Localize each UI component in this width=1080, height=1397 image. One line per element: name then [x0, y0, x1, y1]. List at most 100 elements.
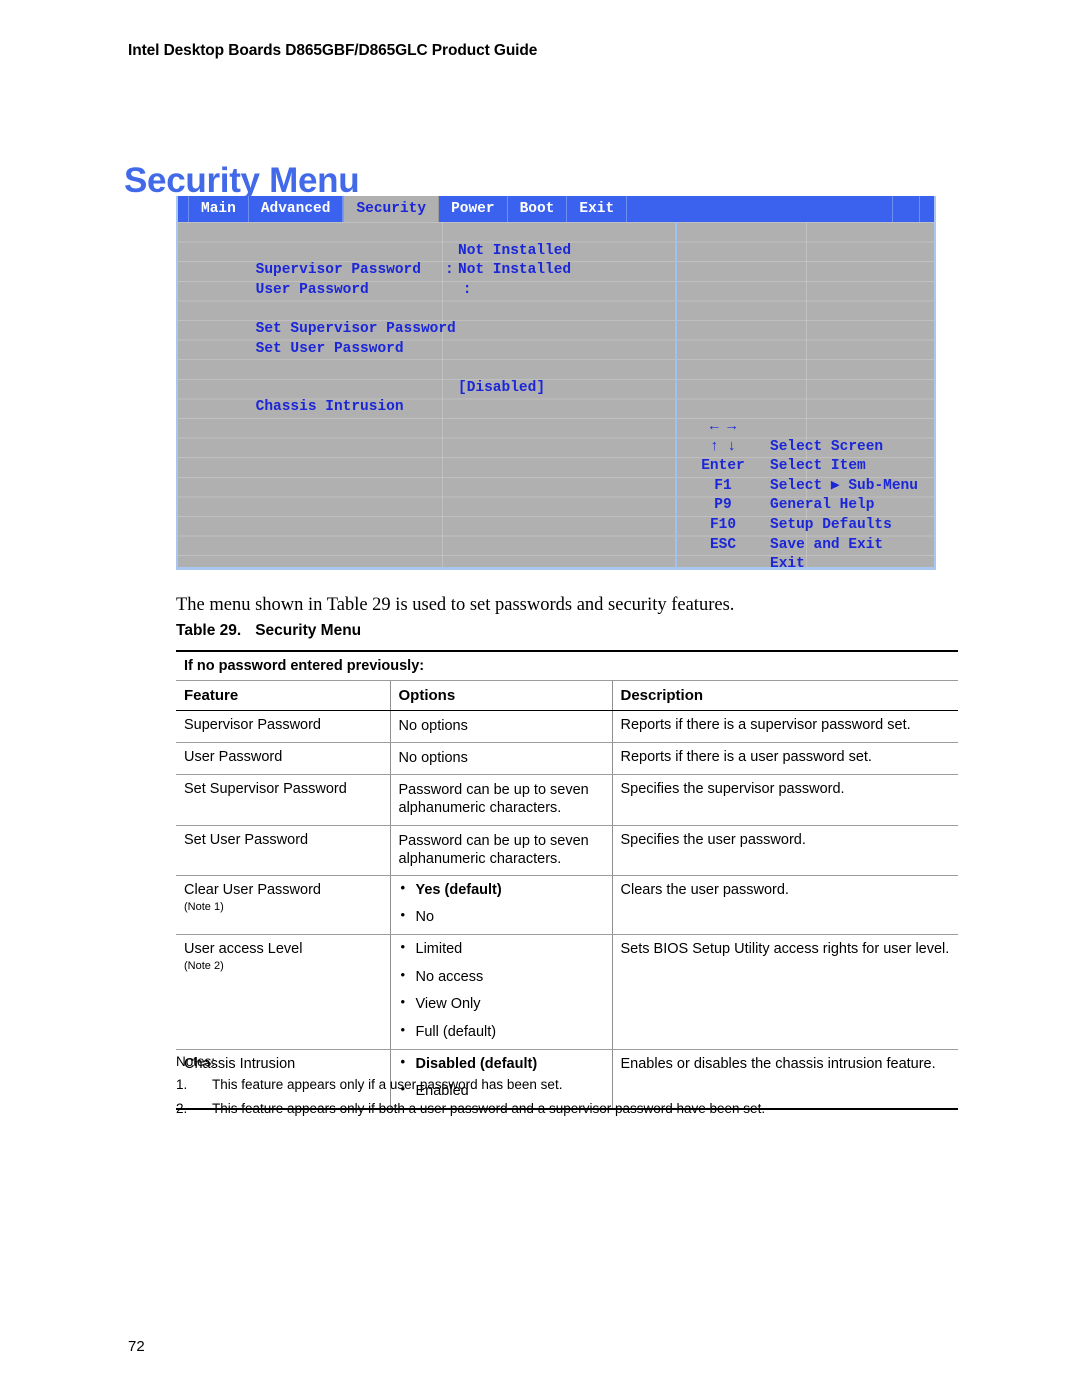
cell-options: Yes (default) No	[389, 875, 612, 936]
table-row: Set User Password Password can be up to …	[176, 825, 958, 876]
bios-legend-panel: ← → Select Screen ↑ ↓ Select Item Enter …	[688, 222, 934, 568]
bios-spacer-row-1	[186, 222, 676, 242]
bios-spacer-row-3	[186, 340, 676, 360]
legend-row-save-and-exit: F10 Save and Exit	[688, 496, 934, 553]
table-band-row: If no password entered previously:	[176, 650, 958, 681]
cell-description: Reports if there is a supervisor passwor…	[611, 710, 958, 744]
cell-description: Sets BIOS Setup Utility access rights fo…	[611, 934, 958, 1050]
cell-feature: User access Level (Note 2)	[176, 934, 390, 1050]
feature-label: User access Level	[184, 941, 303, 958]
option-item: Yes (default)	[399, 881, 604, 899]
tab-bar-filler	[627, 196, 893, 222]
table-row: Supervisor Password No options Reports i…	[176, 710, 958, 744]
cell-options: Password can be up to seven alphanumeric…	[389, 774, 612, 826]
cell-options: No options	[389, 742, 612, 776]
table-band-label: If no password entered previously:	[176, 650, 958, 681]
cell-description: Specifies the user password.	[611, 825, 958, 876]
option-item: Full (default)	[399, 1023, 604, 1041]
table-caption-number: Table 29.	[176, 622, 242, 639]
option-item: No access	[399, 968, 604, 986]
table-row: Set Supervisor Password Password can be …	[176, 774, 958, 826]
table-header-row: Feature Options Description	[176, 680, 958, 711]
bios-item-supervisor-password[interactable]: Supervisor Password: Not Installed	[186, 242, 676, 279]
note-item: 2. This feature appears only if both a u…	[176, 1101, 966, 1117]
bios-tab-exit[interactable]: Exit	[567, 196, 628, 222]
legend-row-exit: ESC Exit	[688, 516, 934, 568]
table-row: User access Level (Note 2) Limited No ac…	[176, 934, 958, 1050]
body-paragraph: The menu shown in Table 29 is used to se…	[176, 594, 735, 615]
cell-description: Clears the user password.	[611, 875, 958, 936]
notes-title: Notes:	[176, 1054, 216, 1069]
note-text: This feature appears only if both a user…	[212, 1101, 766, 1117]
legend-row-general-help: F1 General Help	[688, 457, 934, 514]
legend-row-setup-defaults: P9 Setup Defaults	[688, 477, 934, 533]
bios-item-set-user-password[interactable]: Set User Password	[186, 320, 676, 357]
tab-bar-end-cell-2	[920, 196, 934, 222]
legend-spacer-1	[688, 222, 934, 242]
tab-bar-end-cell	[893, 196, 920, 222]
option-text: Password can be up to seven alphanumeric…	[398, 832, 589, 867]
option-text: Password can be up to seven alphanumeric…	[398, 782, 589, 817]
table-row: User Password No options Reports if ther…	[176, 742, 958, 776]
legend-row-select-item: ↑ ↓ Select Item	[688, 418, 934, 475]
esc-key-label: ESC	[709, 536, 737, 553]
table-caption-title: Security Menu	[255, 622, 362, 639]
legend-row-select-screen: ← → Select Screen	[688, 398, 934, 455]
bios-spacer-row-2	[186, 281, 676, 301]
legend-row-sub-menu: Enter Select ▶ Sub-Menu	[688, 438, 934, 494]
note-number: 2.	[176, 1101, 188, 1117]
bios-tab-main[interactable]: Main	[189, 196, 249, 222]
column-header-feature: Feature	[176, 680, 390, 711]
cell-feature: Supervisor Password	[176, 710, 390, 744]
bios-item-set-supervisor-password[interactable]: Set Supervisor Password	[186, 300, 676, 337]
bios-spacer-row-4	[186, 359, 676, 379]
legend-spacer-6	[688, 320, 934, 340]
legend-spacer-3	[688, 261, 934, 281]
note-text: This feature appears only if a user pass…	[212, 1077, 563, 1092]
bios-item-value: Not Installed	[458, 262, 572, 279]
bios-tab-power[interactable]: Power	[439, 196, 508, 222]
legend-spacer-5	[688, 300, 934, 320]
note-reference: (Note 1)	[184, 900, 224, 913]
bios-item-label: Chassis Intrusion	[255, 399, 404, 416]
bios-tab-advanced[interactable]: Advanced	[249, 196, 344, 222]
cell-feature: Set Supervisor Password	[176, 774, 390, 826]
cell-feature: Set User Password	[176, 825, 390, 876]
cell-options: No options	[389, 710, 612, 744]
bios-item-value: [Disabled]	[458, 379, 546, 396]
legend-spacer-9	[688, 379, 934, 399]
table-caption: Table 29. Security Menu	[176, 622, 361, 640]
running-header: Intel Desktop Boards D865GBF/D865GLC Pro…	[128, 42, 538, 59]
column-header-options: Options	[389, 680, 612, 711]
legend-spacer-7	[688, 340, 934, 360]
option-item: View Only	[399, 995, 604, 1013]
table-row: Clear User Password (Note 1) Yes (defaul…	[176, 875, 958, 936]
table-notes: Notes: 1. This feature appears only if a…	[176, 1054, 966, 1125]
bios-body: Supervisor Password: Not Installed User …	[178, 222, 934, 567]
note-number: 1.	[176, 1077, 188, 1092]
option-text: No options	[398, 718, 468, 734]
bios-tab-bar: Main Advanced Security Power Boot Exit	[178, 196, 934, 222]
page-number: 72	[128, 1338, 145, 1355]
bios-item-chassis-intrusion[interactable]: Chassis Intrusion [Disabled]	[186, 379, 676, 416]
cell-description: Reports if there is a user password set.	[611, 742, 958, 776]
note-reference: (Note 2)	[184, 960, 224, 973]
bios-item-user-password[interactable]: User Password: Not Installed	[186, 261, 676, 298]
cell-options: Password can be up to seven alphanumeric…	[389, 825, 612, 876]
tab-bar-left-pad	[178, 196, 189, 222]
legend-spacer-4	[688, 281, 934, 301]
cell-feature: User Password	[176, 742, 390, 776]
cell-feature: Clear User Password (Note 1)	[176, 875, 390, 936]
option-text: No options	[398, 750, 468, 767]
bios-tab-boot[interactable]: Boot	[508, 196, 568, 222]
option-item: No	[399, 908, 604, 926]
cell-options: Limited No access View Only Full (defaul…	[389, 934, 612, 1050]
bios-item-value: Not Installed	[458, 242, 572, 259]
security-menu-table: If no password entered previously: Featu…	[176, 650, 958, 1111]
option-list: Yes (default) No	[399, 881, 604, 926]
feature-label: Clear User Password	[184, 881, 321, 898]
note-item: 1. This feature appears only if a user p…	[176, 1077, 966, 1093]
bios-tab-security[interactable]: Security	[343, 196, 440, 222]
legend-spacer-2	[688, 242, 934, 262]
legend-action: Exit	[770, 556, 805, 570]
